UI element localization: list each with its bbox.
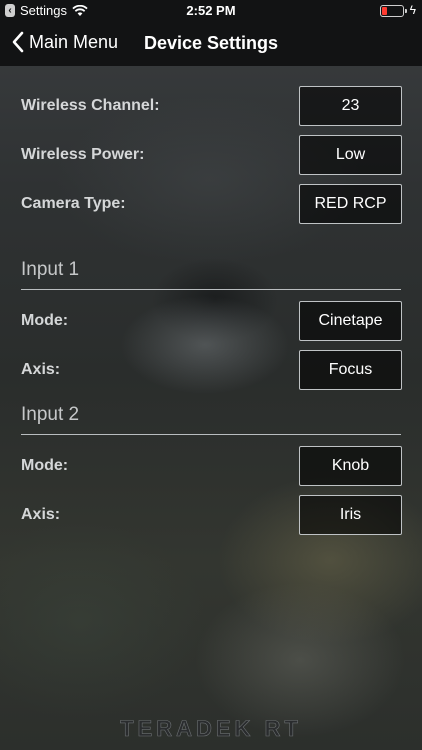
input-2-heading: Input 2 xyxy=(21,404,401,435)
input-2-mode-field[interactable]: Knob xyxy=(299,446,402,486)
input-1-heading: Input 1 xyxy=(21,259,401,290)
input-2-mode-label: Mode: xyxy=(21,457,69,474)
input-1-mode-label: Mode: xyxy=(21,312,69,329)
wireless-power-row: Wireless Power: Low xyxy=(21,135,402,175)
camera-type-field[interactable]: RED RCP xyxy=(299,184,402,224)
page-title: Device Settings xyxy=(143,33,279,53)
input-1-mode-row: Mode: Cinetape xyxy=(21,301,402,341)
wireless-channel-label: Wireless Channel: xyxy=(21,97,160,114)
status-time: 2:52 PM xyxy=(186,3,236,18)
input-2-mode-row: Mode: Knob xyxy=(21,446,402,486)
input-1-axis-label: Axis: xyxy=(21,361,61,378)
input-1-axis-field[interactable]: Focus xyxy=(299,350,402,390)
status-bar: ‹ Settings 2:52 PM ϟ xyxy=(0,0,422,22)
charging-bolt-icon: ϟ xyxy=(409,3,416,17)
battery-icon xyxy=(380,5,407,17)
input-1-axis-row: Axis: Focus xyxy=(21,350,402,390)
wireless-channel-field[interactable]: 23 xyxy=(299,86,402,126)
input-2-axis-field[interactable]: Iris xyxy=(299,495,402,535)
wireless-power-label: Wireless Power: xyxy=(21,146,145,163)
input-1-mode-field[interactable]: Cinetape xyxy=(299,301,402,341)
wireless-power-field[interactable]: Low xyxy=(299,135,402,175)
wireless-channel-row: Wireless Channel: 23 xyxy=(21,86,402,126)
teradek-logo: TERADEK RT xyxy=(120,716,302,742)
input-2-axis-row: Axis: Iris xyxy=(21,495,402,535)
camera-type-label: Camera Type: xyxy=(21,195,126,212)
camera-type-row: Camera Type: RED RCP xyxy=(21,184,402,224)
input-2-axis-label: Axis: xyxy=(21,506,61,523)
navigation-bar: Main Menu Device Settings xyxy=(0,22,422,66)
